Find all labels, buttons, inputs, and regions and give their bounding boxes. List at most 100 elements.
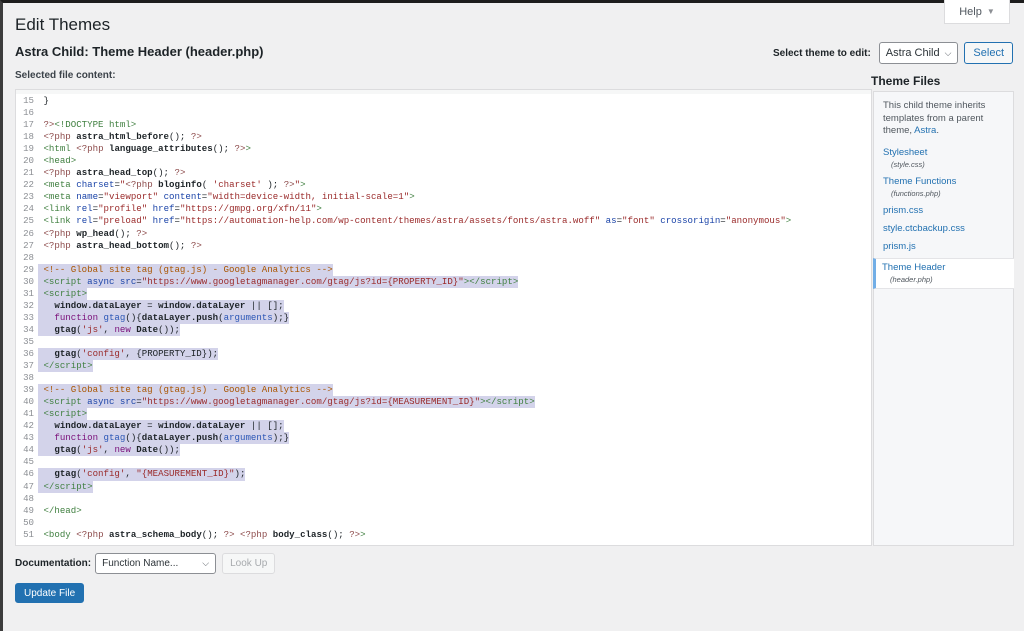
code-line[interactable]: 17 ?><!DOCTYPE html>: [16, 119, 871, 131]
theme-file-name: Theme Functions: [883, 175, 957, 187]
code-line[interactable]: 38: [16, 372, 871, 384]
line-text: [38, 107, 43, 119]
line-text: <head>: [43, 155, 77, 167]
documentation-label: Documentation:: [15, 558, 92, 569]
code-line[interactable]: 37 </script>: [16, 360, 871, 373]
code-line[interactable]: 15 }: [16, 95, 871, 107]
code-line[interactable]: 45: [16, 456, 871, 468]
select-theme-button[interactable]: Select: [964, 42, 1013, 64]
line-number: 24: [23, 203, 34, 215]
code-line[interactable]: 24 <link rel="profile" href="https://gmp…: [16, 203, 871, 215]
theme-select-dropdown[interactable]: Astra Child ⌵: [878, 42, 959, 64]
theme-file-list: Stylesheet (style.css) Theme Functions (fun…: [873, 144, 1014, 289]
code-line[interactable]: 50: [16, 517, 871, 529]
code-line[interactable]: 39 <!-- Global site tag (gtag.js) - Goog…: [16, 384, 871, 397]
line-number: 48: [23, 492, 34, 504]
line-text: <script>: [38, 287, 88, 300]
code-line[interactable]: 20 <head>: [16, 155, 871, 167]
line-text: ?><!DOCTYPE html>: [43, 119, 137, 131]
line-number: 41: [23, 408, 34, 420]
help-button[interactable]: Help ▼: [944, 0, 1010, 24]
theme-file-item[interactable]: Stylesheet (style.css): [874, 144, 1013, 173]
code-line[interactable]: 46 gtag('config', "{MEASUREMENT_ID}");: [16, 468, 871, 481]
line-number: 19: [23, 143, 34, 155]
code-line[interactable]: 42 window.dataLayer = window.dataLayer |…: [16, 420, 871, 433]
code-line[interactable]: 49 </head>: [16, 505, 871, 517]
line-text: <!-- Global site tag (gtag.js) - Google …: [38, 263, 333, 276]
code-line[interactable]: 44 gtag('js', new Date());: [16, 444, 871, 457]
code-editor[interactable]: 15 } 16 17 ?><!DOCTYPE html> 18 <?php astr…: [15, 89, 872, 546]
function-name-dropdown[interactable]: Function Name... ⌵: [95, 553, 217, 574]
code-line[interactable]: 43 function gtag(){dataLayer.push(argume…: [16, 432, 871, 445]
theme-files-title: Theme Files: [871, 74, 941, 88]
code-line[interactable]: 34 gtag('js', new Date());: [16, 323, 871, 336]
code-line[interactable]: 30 <script async src="https://www.google…: [16, 275, 871, 288]
code-line[interactable]: 22 <meta charset="<?php bloginfo( 'chars…: [16, 179, 871, 191]
code-line[interactable]: 35: [16, 336, 871, 348]
line-text: <meta charset="<?php bloginfo( 'charset'…: [43, 179, 306, 191]
code-line[interactable]: 16: [16, 107, 871, 119]
line-number: 49: [23, 504, 34, 516]
code-line[interactable]: 23 <meta name="viewport" content="width=…: [16, 191, 871, 203]
look-up-button[interactable]: Look Up: [222, 553, 276, 574]
line-text: <meta name="viewport" content="width=dev…: [43, 191, 415, 203]
code-line[interactable]: 26 <?php wp_head(); ?>: [16, 228, 871, 240]
line-text: <link rel="preload" href="https://automa…: [43, 215, 792, 227]
help-label: Help: [959, 5, 982, 18]
line-text: gtag('js', new Date());: [38, 444, 180, 457]
code-line[interactable]: 21 <?php astra_head_top(); ?>: [16, 167, 871, 179]
line-number: 17: [23, 119, 34, 131]
line-number: 35: [23, 335, 34, 347]
code-line[interactable]: 36 gtag('config', {PROPERTY_ID});: [16, 347, 871, 361]
theme-file-item[interactable]: Theme Functions (functions.php): [874, 173, 1013, 202]
line-text: <link rel="profile" href="https://gmpg.o…: [43, 203, 322, 215]
caret-down-icon: ▼: [986, 7, 995, 16]
code-line[interactable]: 18 <?php astra_html_before(); ?>: [16, 131, 871, 143]
line-text: [38, 252, 43, 264]
update-file-button[interactable]: Update File: [15, 583, 85, 603]
line-text: <?php astra_head_bottom(); ?>: [43, 239, 202, 251]
line-number: 44: [23, 444, 34, 456]
line-number: 21: [23, 167, 34, 179]
line-number: 15: [23, 95, 34, 106]
theme-file-item[interactable]: Theme Header (header.php): [873, 257, 1014, 289]
code-line[interactable]: 33 function gtag(){dataLayer.push(argume…: [16, 311, 871, 324]
line-number: 42: [23, 420, 34, 432]
line-number: 28: [23, 251, 34, 263]
code-line[interactable]: 29 <!-- Global site tag (gtag.js) - Goog…: [16, 263, 871, 276]
theme-file-name: Stylesheet: [883, 146, 928, 158]
line-text: </head>: [43, 504, 82, 516]
theme-file-filename: (functions.php): [891, 188, 941, 198]
line-text: [38, 493, 43, 505]
theme-select-value: Astra Child: [885, 47, 940, 59]
selected-file-content-label: Selected file content:: [15, 70, 116, 81]
line-text: [38, 336, 43, 348]
code-line[interactable]: 28: [16, 252, 871, 264]
code-line[interactable]: 25 <link rel="preload" href="https://aut…: [16, 215, 871, 227]
code-line[interactable]: 32 window.dataLayer = window.dataLayer |…: [16, 299, 871, 312]
line-text: [38, 372, 43, 384]
code-line[interactable]: 41 <script>: [16, 408, 871, 421]
editor-top-strip: [16, 90, 871, 94]
line-text: gtag('js', new Date());: [38, 323, 180, 336]
code-line[interactable]: 31 <script>: [16, 287, 871, 300]
code-line[interactable]: 48: [16, 493, 871, 505]
code-line[interactable]: 40 <script async src="https://www.google…: [16, 396, 871, 409]
line-number: 29: [23, 263, 34, 275]
parent-theme-link[interactable]: Astra: [914, 125, 936, 136]
line-number: 16: [23, 107, 34, 119]
code-line[interactable]: 27 <?php astra_head_bottom(); ?>: [16, 240, 871, 252]
line-text: <!-- Global site tag (gtag.js) - Google …: [38, 384, 333, 397]
theme-file-item[interactable]: prism.js: [874, 238, 1013, 256]
line-number: 37: [23, 360, 34, 372]
page-title: Edit Themes: [15, 15, 111, 34]
code-line[interactable]: 51 <body <?php astra_schema_body(); ?> <…: [16, 529, 871, 541]
code-content[interactable]: 15 } 16 17 ?><!DOCTYPE html> 18 <?php astr…: [16, 95, 871, 541]
code-line[interactable]: 19 <html <?php language_attributes(); ?>…: [16, 143, 871, 155]
theme-select-row: Select theme to edit: Astra Child ⌵ Sele…: [773, 42, 1013, 64]
line-number: 33: [23, 311, 34, 323]
theme-file-item[interactable]: style.ctcbackup.css: [874, 220, 1013, 238]
line-number: 27: [23, 239, 34, 251]
code-line[interactable]: 47 </script>: [16, 480, 871, 493]
theme-file-item[interactable]: prism.css: [874, 202, 1013, 220]
